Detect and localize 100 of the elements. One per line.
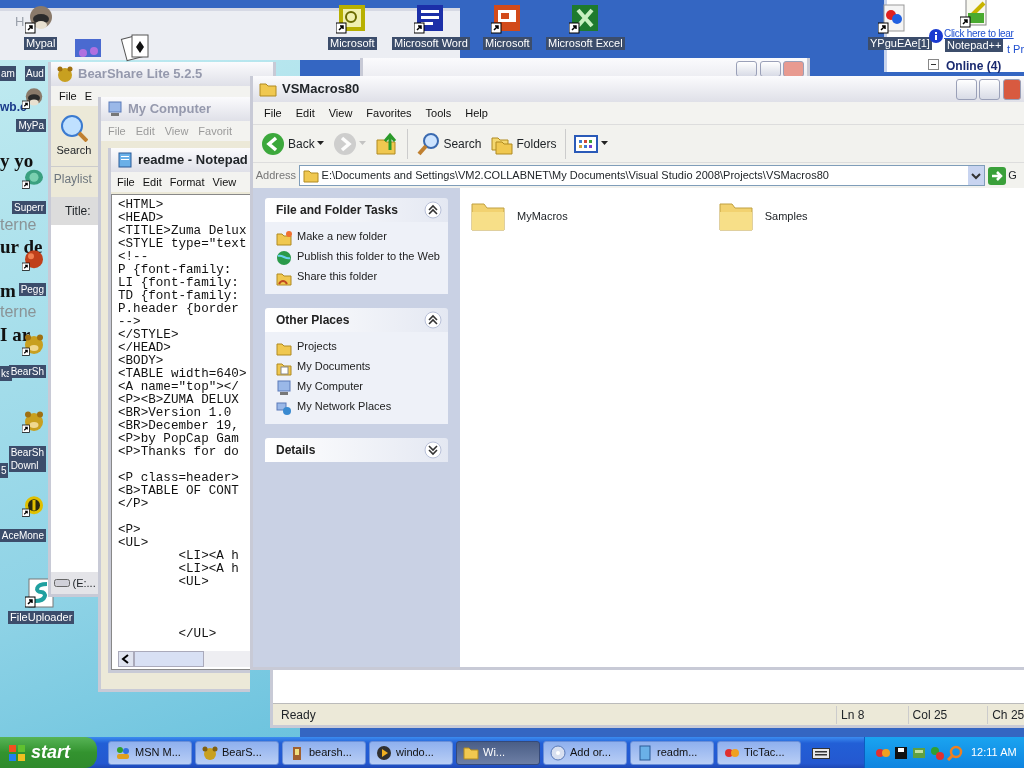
icon-label[interactable]: Microsoft [483, 37, 532, 50]
maximize-button[interactable] [759, 60, 781, 77]
menu-item[interactable]: File [55, 87, 81, 105]
icon-label[interactable]: YPguEAe[1] [868, 37, 932, 50]
status-field: Ch 25 [987, 705, 1024, 724]
partial-text: Aud [25, 66, 45, 81]
keyboard-icon[interactable] [812, 745, 830, 760]
menu-item[interactable]: Tools [418, 104, 459, 122]
start-button[interactable]: start [0, 737, 97, 768]
minimize-button[interactable] [955, 78, 977, 100]
icon-label[interactable]: Microsoft [328, 37, 377, 50]
task-link[interactable]: My Documents [297, 360, 371, 373]
icon-label[interactable]: Superr [12, 201, 46, 214]
icon-label[interactable]: Pegg [18, 283, 46, 296]
coin-icon[interactable] [22, 494, 46, 518]
taskbar-button[interactable]: readm... [630, 740, 714, 765]
status-field: Ln 8 [835, 705, 908, 724]
menu-item[interactable]: Favorites [359, 104, 419, 122]
scroll-thumb[interactable] [134, 651, 204, 667]
back-button[interactable]: Back [258, 128, 328, 159]
icon-label[interactable]: Notepad++ [945, 39, 1004, 52]
icon-label[interactable]: MyPa [16, 119, 46, 132]
windows-logo-icon [8, 743, 26, 762]
help-link[interactable]: Click here to lear [944, 28, 1014, 40]
tray-icon[interactable] [893, 744, 909, 761]
caret-icon [359, 141, 367, 146]
spreadsheet-icon[interactable] [569, 3, 601, 35]
menu-item[interactable]: Help [458, 104, 495, 122]
scroll-icon[interactable] [25, 577, 57, 609]
chevron-toggle[interactable] [424, 311, 442, 329]
chevron-toggle[interactable] [424, 201, 442, 219]
taskbar-button[interactable]: Wi... [456, 740, 540, 765]
status-field: Col 25 [907, 705, 988, 724]
shared-folder-icon [276, 270, 292, 286]
file-name[interactable]: Samples [764, 207, 808, 225]
folders-button[interactable]: Folders [486, 128, 560, 159]
group-header[interactable]: Online (4) [946, 57, 1002, 75]
taskbar-button[interactable]: bearsh... [282, 740, 366, 765]
icon-label[interactable]: BearSh [8, 365, 46, 378]
cards-icon[interactable] [120, 31, 152, 63]
toolbar-label[interactable]: Search [56, 141, 92, 159]
task-link[interactable]: Publish this folder to the Web [297, 250, 440, 263]
code-line: P.header {border [118, 303, 240, 316]
menu-item[interactable]: View [321, 104, 360, 122]
menu-item[interactable]: File [257, 104, 289, 122]
icon-label[interactable]: Microsoft Excel [546, 37, 625, 50]
presentation-icon[interactable] [491, 3, 523, 35]
menu-item[interactable]: File [113, 173, 139, 191]
search-icon[interactable] [59, 113, 88, 142]
menu-item[interactable]: Format [165, 173, 209, 191]
column-header: Title: [51, 196, 101, 225]
cd-icon [550, 744, 566, 761]
panel-title[interactable]: Details [276, 441, 316, 459]
address-field[interactable]: E:\Documents and Settings\VM2.COLLABNET\My Documents\Visual Studio 2008\Projects\VSMacros80 [298, 165, 985, 186]
task-link[interactable]: My Network Places [297, 400, 392, 413]
icon-label[interactable]: Microsoft Word [392, 37, 470, 50]
task-link[interactable]: Projects [297, 340, 337, 353]
code-line: --> [118, 316, 142, 329]
partial-text: terne [0, 216, 37, 234]
document-icon[interactable] [414, 3, 446, 35]
taskbar-button[interactable]: BearS... [195, 740, 279, 765]
partial-text: m [0, 280, 16, 301]
caret-icon [317, 141, 325, 146]
minimize-button[interactable] [735, 60, 757, 77]
task-link[interactable]: My Computer [297, 380, 364, 393]
notepad-icon [117, 152, 133, 168]
partial-text: I ar [0, 324, 31, 345]
go-button[interactable]: G [987, 166, 1017, 185]
task-link[interactable]: Make a new folder [297, 230, 387, 243]
close-button[interactable] [1003, 78, 1021, 100]
window-title: BearShare Lite 5.2.5 [78, 65, 203, 84]
search-button[interactable]: Search [413, 128, 485, 159]
maximize-button[interactable] [979, 78, 1001, 100]
code-line: <!-- [118, 251, 150, 264]
taskbar-button[interactable]: Add or... [543, 740, 627, 765]
status-text: Ready [280, 706, 317, 724]
calendar-icon[interactable] [336, 3, 368, 35]
menu-item[interactable]: E [80, 87, 93, 105]
menu-item[interactable]: View [208, 173, 241, 191]
code-line: <LI><A h [177, 563, 240, 576]
icon-label[interactable]: Mypal [24, 37, 58, 50]
code-line: <HTML> [118, 199, 165, 212]
icon-label[interactable]: BearSh Downl [8, 446, 46, 472]
collapse-toggle[interactable] [928, 59, 939, 70]
code-line: <UL> [177, 576, 210, 589]
taskbar-button[interactable]: MSN M... [108, 740, 192, 765]
bear-icon[interactable] [22, 410, 46, 434]
playlist-tab[interactable]: Playlist [53, 171, 92, 186]
scrollbar[interactable] [118, 651, 250, 667]
taskbar-button[interactable]: windo... [369, 740, 453, 765]
chevron-toggle[interactable] [424, 441, 442, 459]
icon-label[interactable]: AceMone [0, 529, 46, 542]
taskbar-button[interactable]: TicTac... [717, 740, 801, 765]
window-title: VSMacros80 [282, 80, 360, 99]
menu-item[interactable]: Edit [138, 173, 166, 191]
drive-label[interactable]: (E:... [72, 574, 96, 592]
icon-label[interactable]: FileUploader [8, 611, 75, 624]
task-link[interactable]: Share this folder [297, 270, 378, 283]
menu-item[interactable]: Edit [288, 104, 322, 122]
file-name[interactable]: MyMacros [517, 207, 568, 225]
